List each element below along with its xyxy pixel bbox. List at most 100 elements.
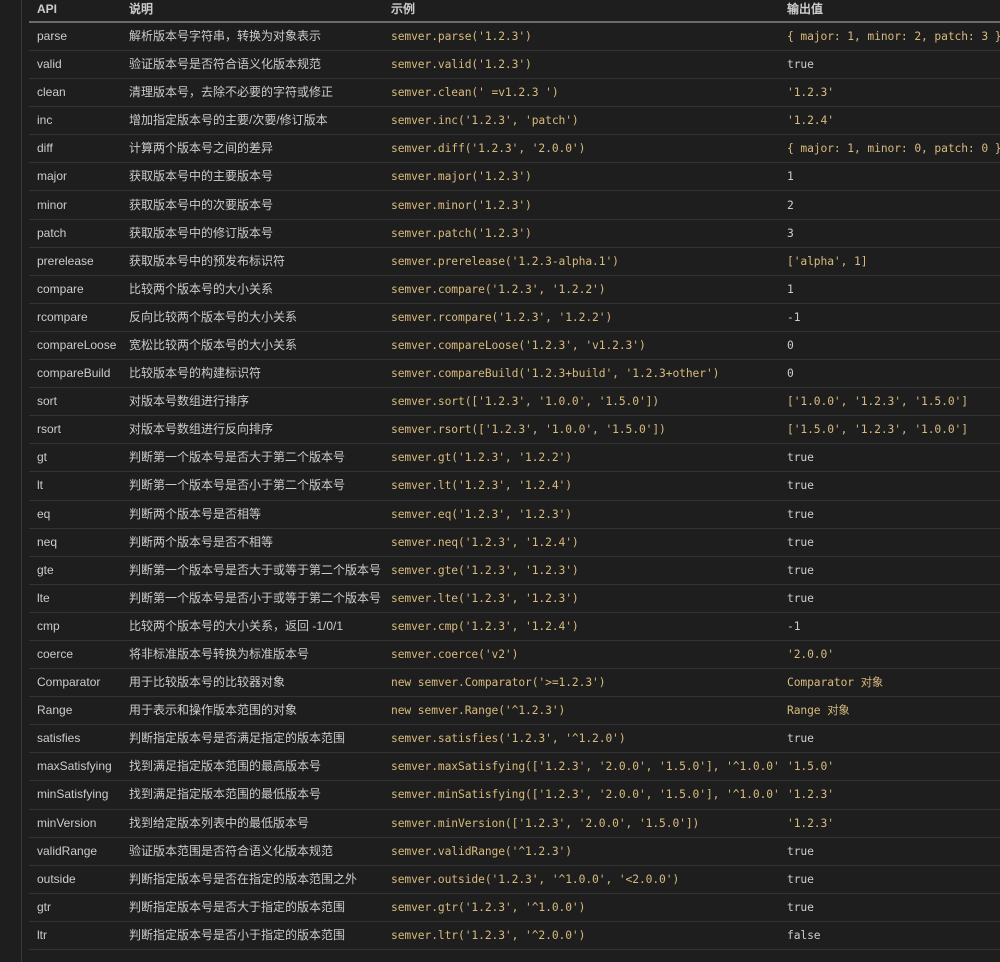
cell-output: '1.2.3' xyxy=(779,78,1000,108)
cell-api: valid xyxy=(29,50,121,80)
table-row: validRange 验证版本范围是否符合语义化版本规范 semver.validR… xyxy=(29,837,1000,866)
table-row: outside 判断指定版本号是否在指定的版本范围之外 semver.outside… xyxy=(29,865,1000,894)
cell-api: neq xyxy=(29,528,121,557)
cell-example: semver.rcompare('1.2.3', '1.2.2') xyxy=(383,303,779,332)
table-row: satisfies 判断指定版本号是否满足指定的版本范围 semver.satisf… xyxy=(29,724,1000,754)
cell-output: '1.5.0' xyxy=(779,752,1000,782)
header-example: 示例 xyxy=(383,0,779,23)
table-row: minVersion 找到给定版本列表中的最低版本号 semver.minVersi… xyxy=(29,809,1000,838)
table-row: compare 比较两个版本号的大小关系 semver.compare('1.2.3… xyxy=(29,275,1000,304)
cell-example: semver.compare('1.2.3', '1.2.2') xyxy=(383,275,779,304)
header-description: 说明 xyxy=(121,0,383,23)
cell-output: true xyxy=(779,865,1000,894)
cell-output: ['alpha', 1] xyxy=(779,247,1000,276)
cell-example: semver.rsort(['1.2.3', '1.0.0', '1.5.0']… xyxy=(383,415,779,445)
cell-api: gtr xyxy=(29,893,121,922)
cell-output: 1 xyxy=(779,162,1000,192)
cell-description: 判断第一个版本号是否大于第二个版本号 xyxy=(121,443,383,473)
cell-description: 判断两个版本号是否不相等 xyxy=(121,528,383,557)
cell-description: 找到满足指定版本范围的最高版本号 xyxy=(121,752,383,782)
cell-output: true xyxy=(779,584,1000,613)
cell-description: 判断两个版本号是否相等 xyxy=(121,500,383,529)
cell-api: patch xyxy=(29,219,121,248)
cell-output: true xyxy=(779,500,1000,529)
cell-example: semver.parse('1.2.3') xyxy=(383,22,779,51)
table-row: clean 清理版本号，去除不必要的字符或修正 semver.clean(' =v1… xyxy=(29,78,1000,108)
cell-api: ltr xyxy=(29,921,121,951)
cell-description: 判断指定版本号是否大于指定的版本范围 xyxy=(121,893,383,922)
table-row: prerelease 获取版本号中的预发布标识符 semver.prerelease… xyxy=(29,247,1000,276)
table-row: lt 判断第一个版本号是否小于第二个版本号 semver.lt('1.2.3', '… xyxy=(29,471,1000,501)
table-row: minor 获取版本号中的次要版本号 semver.minor('1.2.3') 2 xyxy=(29,190,1000,220)
cell-api: gte xyxy=(29,556,121,585)
cell-example: semver.minSatisfying(['1.2.3', '2.0.0', … xyxy=(383,780,779,810)
table-row: maxSatisfying 找到满足指定版本范围的最高版本号 semver.maxS… xyxy=(29,752,1000,782)
cell-example: semver.gt('1.2.3', '1.2.2') xyxy=(383,443,779,473)
cell-api: clean xyxy=(29,78,121,108)
table-row: sort 对版本号数组进行排序 semver.sort(['1.2.3', '1.0… xyxy=(29,387,1000,417)
table-row: compareBuild 比较版本号的构建标识符 semver.compareBui… xyxy=(29,359,1000,389)
cell-api: cmp xyxy=(29,612,121,641)
table-row: Comparator 用于比较版本号的比较器对象 new semver.Compar… xyxy=(29,668,1000,698)
gutter-divider xyxy=(21,0,22,962)
header-api: API xyxy=(29,0,121,23)
cell-api: satisfies xyxy=(29,724,121,754)
cell-description: 验证版本号是否符合语义化版本规范 xyxy=(121,50,383,80)
cell-output: ['1.5.0', '1.2.3', '1.0.0'] xyxy=(779,415,1000,445)
cell-output: 1 xyxy=(779,275,1000,304)
cell-output: 2 xyxy=(779,190,1000,220)
cell-output: Comparator 对象 xyxy=(779,668,1000,698)
cell-api: gt xyxy=(29,443,121,473)
cell-example: semver.validRange('^1.2.3') xyxy=(383,837,779,866)
cell-description: 找到给定版本列表中的最低版本号 xyxy=(121,809,383,838)
cell-output: '2.0.0' xyxy=(779,640,1000,670)
cell-example: semver.lte('1.2.3', '1.2.3') xyxy=(383,584,779,613)
cell-description: 比较版本号的构建标识符 xyxy=(121,359,383,389)
cell-output: true xyxy=(779,893,1000,922)
cell-example: semver.inc('1.2.3', 'patch') xyxy=(383,106,779,136)
table-row: Range 用于表示和操作版本范围的对象 new semver.Range('^1.… xyxy=(29,696,1000,726)
cell-example: semver.compareLoose('1.2.3', 'v1.2.3') xyxy=(383,331,779,361)
cell-description: 增加指定版本号的主要/次要/修订版本 xyxy=(121,106,383,136)
cell-api: maxSatisfying xyxy=(29,752,121,782)
cell-example: semver.valid('1.2.3') xyxy=(383,50,779,80)
table-row: coerce 将非标准版本号转换为标准版本号 semver.coerce('v2')… xyxy=(29,640,1000,670)
cell-example: semver.eq('1.2.3', '1.2.3') xyxy=(383,500,779,529)
cell-example: semver.lt('1.2.3', '1.2.4') xyxy=(383,471,779,501)
table-row: gte 判断第一个版本号是否大于或等于第二个版本号 semver.gte('1.2.… xyxy=(29,556,1000,585)
cell-description: 比较两个版本号的大小关系 xyxy=(121,275,383,304)
cell-output: true xyxy=(779,837,1000,866)
cell-example: semver.diff('1.2.3', '2.0.0') xyxy=(383,134,779,164)
cell-output: -1 xyxy=(779,303,1000,332)
cell-example: semver.patch('1.2.3') xyxy=(383,219,779,248)
table-row: major 获取版本号中的主要版本号 semver.major('1.2.3') 1 xyxy=(29,162,1000,192)
cell-description: 解析版本号字符串，转换为对象表示 xyxy=(121,22,383,51)
table-row: rsort 对版本号数组进行反向排序 semver.rsort(['1.2.3', … xyxy=(29,415,1000,445)
cell-description: 反向比较两个版本号的大小关系 xyxy=(121,303,383,332)
cell-description: 获取版本号中的预发布标识符 xyxy=(121,247,383,276)
cell-api: rsort xyxy=(29,415,121,445)
cell-example: new semver.Range('^1.2.3') xyxy=(383,696,779,726)
cell-output: true xyxy=(779,50,1000,80)
cell-description: 获取版本号中的修订版本号 xyxy=(121,219,383,248)
table-row: gtr 判断指定版本号是否大于指定的版本范围 semver.gtr('1.2.3',… xyxy=(29,893,1000,922)
table-row: lte 判断第一个版本号是否小于或等于第二个版本号 semver.lte('1.2.… xyxy=(29,584,1000,613)
cell-api: outside xyxy=(29,865,121,894)
editor-gutter xyxy=(0,0,22,962)
cell-api: minor xyxy=(29,190,121,220)
table-row: rcompare 反向比较两个版本号的大小关系 semver.rcompare('1… xyxy=(29,303,1000,332)
cell-api: coerce xyxy=(29,640,121,670)
cell-output: 3 xyxy=(779,219,1000,248)
cell-description: 判断第一个版本号是否大于或等于第二个版本号 xyxy=(121,556,383,585)
cell-example: semver.compareBuild('1.2.3+build', '1.2.… xyxy=(383,359,779,389)
cell-description: 判断指定版本号是否小于指定的版本范围 xyxy=(121,921,383,951)
table-row: inc 增加指定版本号的主要/次要/修订版本 semver.inc('1.2.3',… xyxy=(29,106,1000,136)
cell-output: true xyxy=(779,528,1000,557)
cell-description: 宽松比较两个版本号的大小关系 xyxy=(121,331,383,361)
cell-output: -1 xyxy=(779,612,1000,641)
cell-output: 0 xyxy=(779,359,1000,389)
cell-description: 判断指定版本号是否满足指定的版本范围 xyxy=(121,724,383,754)
table-row: minSatisfying 找到满足指定版本范围的最低版本号 semver.minS… xyxy=(29,780,1000,810)
api-table-container: API 说明 示例 输出值 parse 解析版本号字符串，转换为对象表示 semve… xyxy=(29,0,1000,951)
cell-description: 对版本号数组进行反向排序 xyxy=(121,415,383,445)
